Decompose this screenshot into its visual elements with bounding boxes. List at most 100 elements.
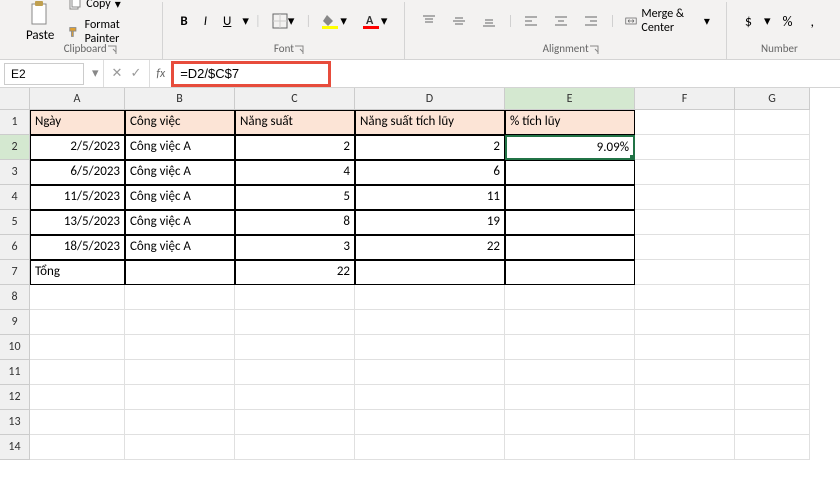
formula-input[interactable] <box>171 61 331 87</box>
row-header[interactable]: 6 <box>0 235 30 260</box>
cell[interactable] <box>235 360 355 385</box>
align-left-button[interactable] <box>519 11 543 31</box>
cell[interactable]: 4 <box>235 160 355 185</box>
cell[interactable] <box>505 260 635 285</box>
dialog-launcher-icon[interactable] <box>107 45 117 55</box>
cell[interactable] <box>735 335 810 360</box>
cell[interactable] <box>235 335 355 360</box>
cell[interactable]: Năng suất <box>235 110 355 135</box>
cell[interactable] <box>235 285 355 310</box>
cell[interactable] <box>635 435 735 460</box>
cell[interactable] <box>355 285 505 310</box>
col-header[interactable]: C <box>235 88 355 110</box>
cell[interactable]: Công việc A <box>125 135 235 160</box>
cell[interactable] <box>635 410 735 435</box>
cell[interactable] <box>235 410 355 435</box>
cell[interactable] <box>505 435 635 460</box>
cell[interactable] <box>505 235 635 260</box>
cell[interactable] <box>635 135 735 160</box>
dialog-launcher-icon[interactable] <box>589 45 599 55</box>
underline-button[interactable]: U <box>218 11 236 32</box>
col-header[interactable]: A <box>30 88 125 110</box>
cell[interactable] <box>735 210 810 235</box>
cell[interactable] <box>635 185 735 210</box>
align-center-button[interactable] <box>549 11 573 31</box>
cell[interactable] <box>125 410 235 435</box>
fill-color-button[interactable]: ▾ <box>317 10 352 32</box>
cell[interactable] <box>635 385 735 410</box>
cell[interactable] <box>735 385 810 410</box>
cell[interactable] <box>505 210 635 235</box>
cell[interactable] <box>355 435 505 460</box>
cell[interactable] <box>735 435 810 460</box>
cell[interactable]: 11/5/2023 <box>30 185 125 210</box>
cell[interactable]: 18/5/2023 <box>30 235 125 260</box>
cell[interactable]: 5 <box>235 185 355 210</box>
cell[interactable] <box>735 235 810 260</box>
cell[interactable] <box>355 410 505 435</box>
cell[interactable] <box>30 285 125 310</box>
cell[interactable]: 11 <box>355 185 505 210</box>
cell[interactable] <box>125 435 235 460</box>
cell[interactable] <box>505 410 635 435</box>
cell[interactable] <box>235 310 355 335</box>
cell[interactable] <box>635 335 735 360</box>
cell[interactable] <box>635 110 735 135</box>
col-header[interactable]: F <box>635 88 735 110</box>
row-header[interactable]: 4 <box>0 185 30 210</box>
cell[interactable] <box>735 410 810 435</box>
cell[interactable]: 13/5/2023 <box>30 210 125 235</box>
currency-button[interactable]: $ <box>739 11 758 32</box>
cell[interactable] <box>635 285 735 310</box>
row-header[interactable]: 2 <box>0 135 30 160</box>
cell-selected[interactable]: 9.09% <box>505 135 635 160</box>
cell[interactable]: Năng suất tích lũy <box>355 110 505 135</box>
row-header[interactable]: 9 <box>0 310 30 335</box>
cell[interactable] <box>735 285 810 310</box>
cell[interactable] <box>635 310 735 335</box>
cell[interactable] <box>505 360 635 385</box>
cell[interactable] <box>505 385 635 410</box>
cell[interactable]: 2/5/2023 <box>30 135 125 160</box>
col-header[interactable]: B <box>125 88 235 110</box>
cell[interactable] <box>735 260 810 285</box>
cell[interactable]: 22 <box>235 260 355 285</box>
cell[interactable]: Công việc <box>125 110 235 135</box>
cell[interactable] <box>355 310 505 335</box>
cell[interactable]: 6/5/2023 <box>30 160 125 185</box>
accept-formula-button[interactable]: ✓ <box>130 66 141 81</box>
cell[interactable]: Công việc A <box>125 210 235 235</box>
cell[interactable] <box>735 160 810 185</box>
cell[interactable] <box>30 335 125 360</box>
name-box[interactable] <box>4 63 84 85</box>
cell[interactable] <box>30 360 125 385</box>
cell[interactable]: % tích lũy <box>505 110 635 135</box>
dialog-launcher-icon[interactable] <box>294 45 304 55</box>
cell[interactable]: 2 <box>355 135 505 160</box>
cell[interactable] <box>235 435 355 460</box>
row-header[interactable]: 11 <box>0 360 30 385</box>
copy-button[interactable]: Copy ▾ <box>66 0 150 14</box>
percent-button[interactable]: % <box>776 11 798 32</box>
cell[interactable] <box>355 385 505 410</box>
fx-icon[interactable]: fx <box>150 67 171 81</box>
cell[interactable] <box>505 160 635 185</box>
cell[interactable] <box>125 310 235 335</box>
align-right-button[interactable] <box>579 11 603 31</box>
name-box-dropdown[interactable]: ▾ <box>88 66 103 81</box>
row-header[interactable]: 8 <box>0 285 30 310</box>
cell[interactable]: Công việc A <box>125 185 235 210</box>
row-header[interactable]: 5 <box>0 210 30 235</box>
row-header[interactable]: 14 <box>0 435 30 460</box>
cell[interactable]: 19 <box>355 210 505 235</box>
cell[interactable] <box>505 335 635 360</box>
align-middle-button[interactable] <box>447 11 471 31</box>
cell[interactable] <box>125 260 235 285</box>
cell[interactable] <box>635 360 735 385</box>
cell[interactable] <box>30 385 125 410</box>
row-header[interactable]: 7 <box>0 260 30 285</box>
cell[interactable] <box>235 385 355 410</box>
cell[interactable] <box>635 235 735 260</box>
paste-button[interactable]: Paste <box>20 0 60 45</box>
cell[interactable]: 6 <box>355 160 505 185</box>
